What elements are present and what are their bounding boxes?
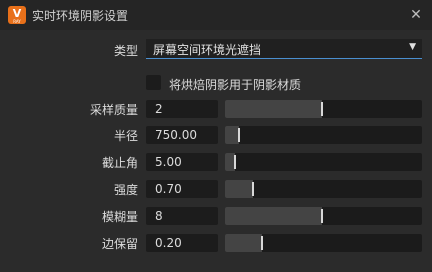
sample-quality-label: 采样质量 [89,103,138,117]
cutoff-angle-label: 截止角 [101,156,138,170]
edge-preserve-input[interactable]: 0.20 [146,234,218,252]
chevron-down-icon: ▼ [409,42,416,52]
slider-fill [225,100,322,118]
blur-amount-value: 8 [155,209,163,223]
radius-slider[interactable] [225,126,422,144]
slider-handle[interactable] [321,102,323,116]
slider-handle[interactable] [321,209,323,223]
title-bar[interactable]: V RAY 实时环境阴影设置 ✕ [0,0,432,30]
blur-amount-label: 模糊量 [101,210,138,224]
close-icon[interactable]: ✕ [406,5,426,25]
app-logo-icon: V RAY [8,6,26,24]
dialog-window: V RAY 实时环境阴影设置 ✕ 类型 屏幕空间环境光遮挡 ▼ 将烘焙阴影用于阴… [0,0,432,272]
app-logo-subtext: RAY [13,19,21,24]
cutoff-angle-input[interactable]: 5.00 [146,153,218,171]
slider-fill [225,207,322,225]
intensity-slider[interactable] [225,180,422,198]
window-title: 实时环境阴影设置 [32,9,129,23]
type-dropdown-value: 屏幕空间环境光遮挡 [153,43,262,57]
bake-shadow-checkbox[interactable] [146,75,161,90]
edge-preserve-slider[interactable] [225,234,422,252]
slider-fill [225,126,239,144]
slider-handle[interactable] [261,236,263,250]
type-label: 类型 [113,44,138,58]
bake-shadow-label[interactable]: 将烘焙阴影用于阴影材质 [169,76,301,93]
blur-amount-slider[interactable] [225,207,422,225]
blur-amount-input[interactable]: 8 [146,207,218,225]
type-dropdown[interactable]: 屏幕空间环境光遮挡 ▼ [146,39,422,59]
slider-handle[interactable] [238,128,240,142]
sample-quality-slider[interactable] [225,100,422,118]
sample-quality-input[interactable]: 2 [146,100,218,118]
intensity-input[interactable]: 0.70 [146,180,218,198]
edge-preserve-value: 0.20 [155,236,182,250]
slider-handle[interactable] [234,155,236,169]
cutoff-angle-slider[interactable] [225,153,422,171]
slider-handle[interactable] [252,182,254,196]
radius-input[interactable]: 750.00 [146,126,218,144]
radius-value: 750.00 [155,128,197,142]
intensity-label: 强度 [113,183,138,197]
cutoff-angle-value: 5.00 [155,155,182,169]
intensity-value: 0.70 [155,182,182,196]
slider-fill [225,180,253,198]
edge-preserve-label: 边保留 [101,237,138,251]
sample-quality-value: 2 [155,102,163,116]
radius-label: 半径 [113,129,138,143]
slider-fill [225,234,262,252]
